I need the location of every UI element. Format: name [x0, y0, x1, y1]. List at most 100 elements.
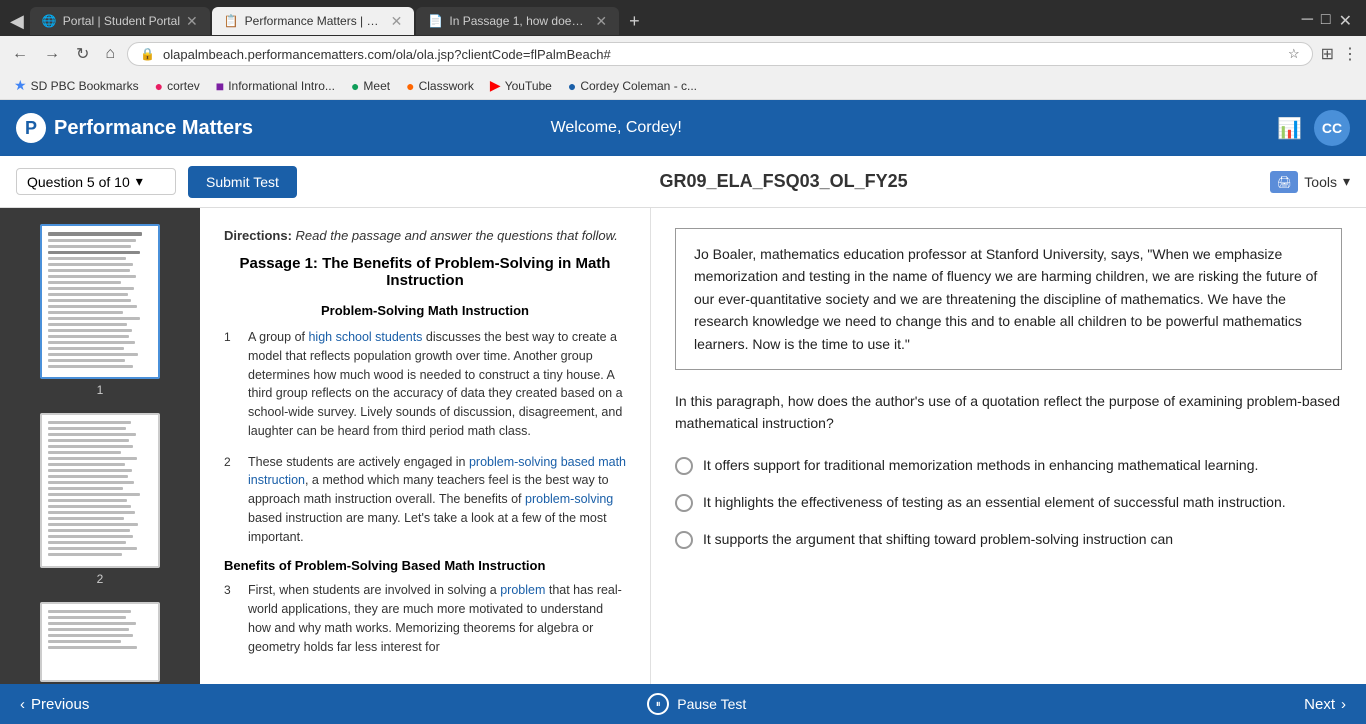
avatar[interactable]: CC [1314, 110, 1350, 146]
directions-text: Directions: Read the passage and answer … [224, 228, 626, 243]
tab-performance-matters[interactable]: 📋 Performance Matters | OLA ✕ [212, 7, 415, 35]
thumbnail-1[interactable]: 1 [8, 224, 192, 397]
bookmark-meet[interactable]: ● Meet [345, 76, 396, 96]
tab-passage[interactable]: 📄 In Passage 1, how does the au... ✕ [416, 7, 619, 35]
menu-icon[interactable]: ⋮ [1342, 44, 1358, 64]
bookmark-star-icon[interactable]: ☆ [1288, 46, 1300, 62]
para-num-1: 1 [224, 328, 238, 441]
highlight-1: high school students [308, 330, 422, 344]
thumb-line [48, 347, 124, 350]
submit-test-button[interactable]: Submit Test [188, 166, 297, 198]
bookmark-sdpbc[interactable]: ★ SD PBC Bookmarks [8, 75, 145, 96]
thumb-line [48, 329, 132, 332]
pause-label: Pause Test [677, 696, 746, 712]
question-text: In this paragraph, how does the author's… [675, 390, 1342, 435]
bookmark-youtube[interactable]: ▶ YouTube [484, 75, 558, 96]
thumb-line [48, 317, 140, 320]
next-label: Next [1304, 696, 1335, 713]
extensions-icon[interactable]: ⊞ [1321, 44, 1334, 64]
thumb-img-1 [40, 224, 160, 379]
directions-bold: Directions: [224, 228, 292, 243]
thumb-line [48, 640, 121, 643]
pause-icon: ⏸ [647, 693, 669, 715]
thumbnail-3[interactable] [8, 602, 192, 682]
tab-student-portal[interactable]: 🌐 Portal | Student Portal ✕ [30, 7, 210, 35]
bookmark-label-cortev: cortev [167, 79, 200, 93]
previous-label: Previous [31, 696, 89, 713]
next-button[interactable]: Next › [1304, 696, 1346, 713]
thumb-lines-3 [42, 604, 158, 655]
thumb-line [48, 365, 133, 368]
test-header: Question 5 of 10 ▾ Submit Test GR09_ELA_… [0, 156, 1366, 208]
home-button[interactable]: ⌂ [101, 43, 119, 65]
radio-c[interactable] [675, 531, 693, 549]
thumb-line [48, 305, 137, 308]
question-label: Question 5 of 10 [27, 174, 130, 190]
thumb-line [48, 541, 126, 544]
thumb-line [48, 535, 133, 538]
thumb-line [48, 610, 131, 613]
tab-close-portal[interactable]: ✕ [186, 13, 198, 30]
thumb-lines-1 [42, 226, 158, 374]
section2-title: Benefits of Problem-Solving Based Math I… [224, 558, 626, 573]
back-button[interactable]: ← [8, 43, 32, 65]
thumb-line [48, 323, 127, 326]
new-tab-button[interactable]: + [621, 11, 648, 32]
tools-button[interactable]: 🖨 Tools ▾ [1270, 171, 1350, 193]
answer-option-b[interactable]: It highlights the effectiveness of testi… [675, 492, 1342, 513]
chart-icon[interactable]: 📊 [1277, 116, 1302, 141]
logo-icon: P [16, 113, 46, 143]
thumbnail-2[interactable]: 2 [8, 413, 192, 586]
radio-a[interactable] [675, 457, 693, 475]
thumb-line [48, 293, 128, 296]
radio-b[interactable] [675, 494, 693, 512]
bookmark-label-youtube: YouTube [505, 79, 552, 93]
thumb-line [48, 421, 131, 424]
tab-close-passage[interactable]: ✕ [595, 13, 607, 30]
answer-option-c[interactable]: It supports the argument that shifting t… [675, 529, 1342, 550]
bookmark-cordey[interactable]: ● Cordey Coleman - c... [562, 76, 703, 96]
tab-close-pm[interactable]: ✕ [391, 13, 403, 30]
thumb-line [48, 445, 133, 448]
answer-option-a[interactable]: It offers support for traditional memori… [675, 455, 1342, 476]
close-window-button[interactable]: ✕ [1339, 11, 1352, 31]
thumb-img-3 [40, 602, 160, 682]
para-text-3: First, when students are involved in sol… [248, 581, 626, 656]
question-selector[interactable]: Question 5 of 10 ▾ [16, 168, 176, 195]
browser-chrome: ◀ 🌐 Portal | Student Portal ✕ 📋 Performa… [0, 0, 1366, 100]
bookmark-label-cordey: Cordey Coleman - c... [580, 79, 697, 93]
thumb-line [48, 433, 136, 436]
thumb-line [48, 529, 130, 532]
thumb-line [48, 239, 136, 242]
previous-button[interactable]: ‹ Previous [20, 696, 89, 713]
paragraph-list: 1 A group of high school students discus… [224, 328, 626, 546]
answer-label-c: It supports the argument that shifting t… [703, 529, 1173, 550]
bookmark-informational[interactable]: ■ Informational Intro... [210, 76, 341, 96]
thumb-line [48, 341, 135, 344]
thumb-line [48, 257, 126, 260]
minimize-button[interactable]: ─ [1302, 11, 1313, 31]
pause-test-button[interactable]: ⏸ Pause Test [647, 693, 746, 715]
answer-options: It offers support for traditional memori… [675, 455, 1342, 550]
thumb-line [48, 263, 133, 266]
maximize-button[interactable]: □ [1321, 11, 1331, 31]
thumb-line [48, 457, 137, 460]
bookmark-cortev[interactable]: ● cortev [149, 76, 206, 96]
tab-back-btn[interactable]: ◀ [6, 11, 28, 32]
thumb-line [48, 311, 123, 314]
thumb-line [48, 287, 134, 290]
thumb-line [48, 281, 121, 284]
thumb-line [48, 335, 129, 338]
question-panel: Jo Boaler, mathematics education profess… [650, 208, 1366, 684]
bookmark-classwork[interactable]: ● Classwork [400, 76, 480, 96]
blockquote-box: Jo Boaler, mathematics education profess… [675, 228, 1342, 370]
thumb-line [48, 517, 124, 520]
paragraph-3: 3 First, when students are involved in s… [224, 581, 626, 656]
highlight-4: problem [500, 583, 545, 597]
thumb-line [48, 232, 142, 236]
bookmark-label-classwork: Classwork [419, 79, 474, 93]
refresh-button[interactable]: ↻ [72, 42, 93, 66]
address-bar[interactable]: 🔒 olapalmbeach.performancematters.com/ol… [127, 42, 1313, 66]
forward-button[interactable]: → [40, 43, 64, 65]
footer: ‹ Previous ⏸ Pause Test Next › [0, 684, 1366, 724]
